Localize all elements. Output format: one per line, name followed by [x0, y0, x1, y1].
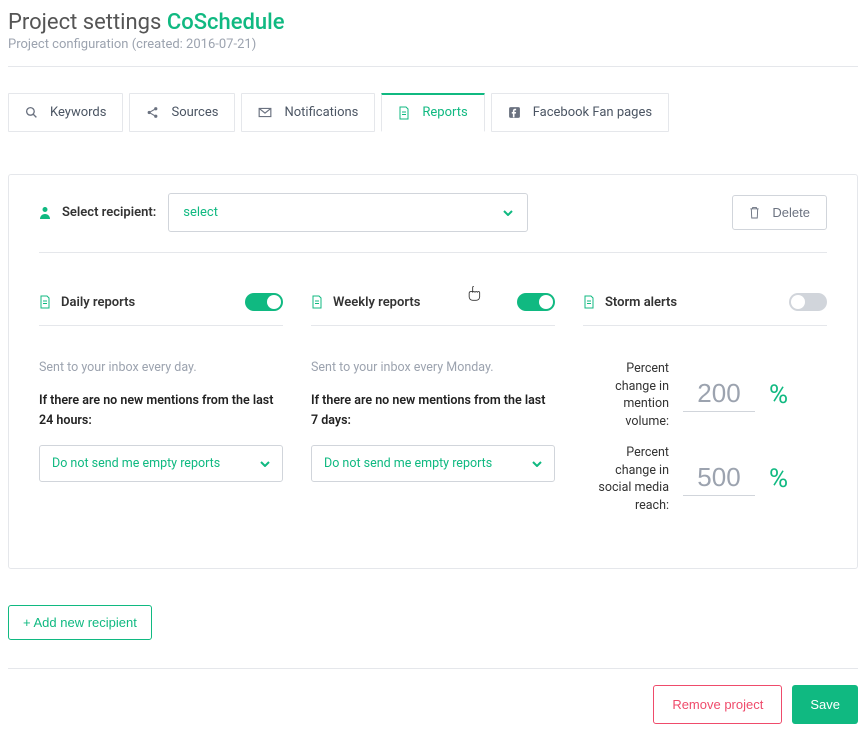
- add-recipient-button[interactable]: + Add new recipient: [8, 605, 152, 640]
- recipient-select[interactable]: select: [168, 193, 528, 232]
- daily-toggle[interactable]: [245, 293, 283, 311]
- page-subtitle: Project configuration (created: 2016-07-…: [8, 37, 858, 52]
- percent-symbol: %: [769, 380, 788, 410]
- document-icon: [583, 295, 595, 309]
- share-icon: [146, 106, 159, 119]
- document-icon: [39, 295, 51, 309]
- tab-bar: Keywords Sources Notifications Reports F…: [8, 93, 858, 132]
- chevron-down-icon: [503, 210, 513, 216]
- social-reach-label: Percent change in social media reach:: [583, 444, 669, 514]
- reports-card: Select recipient: select Delete Da: [8, 174, 858, 569]
- storm-toggle[interactable]: [789, 293, 827, 311]
- mention-volume-input[interactable]: [683, 378, 755, 412]
- save-button[interactable]: Save: [792, 685, 858, 724]
- tab-label: Reports: [422, 105, 467, 120]
- tab-notifications[interactable]: Notifications: [241, 93, 375, 132]
- weekly-empty-select[interactable]: Do not send me empty reports: [311, 445, 555, 482]
- brand-name: CoSchedule: [167, 10, 285, 35]
- chevron-down-icon: [260, 461, 270, 467]
- daily-empty-select[interactable]: Do not send me empty reports: [39, 445, 283, 482]
- tab-reports[interactable]: Reports: [381, 93, 484, 132]
- envelope-icon: [258, 107, 272, 118]
- tab-sources[interactable]: Sources: [129, 93, 235, 132]
- tab-label: Notifications: [284, 105, 358, 120]
- delete-button[interactable]: Delete: [732, 195, 827, 230]
- daily-prompt: If there are no new mentions from the la…: [39, 391, 283, 431]
- remove-project-button[interactable]: Remove project: [653, 685, 782, 724]
- daily-title: Daily reports: [61, 295, 135, 310]
- storm-title: Storm alerts: [605, 295, 677, 310]
- tab-label: Facebook Fan pages: [533, 105, 652, 120]
- trash-icon: [749, 206, 760, 219]
- weekly-reports-column: Weekly reports Sent to your inbox every …: [311, 293, 555, 528]
- recipient-row: Select recipient: select Delete: [39, 193, 827, 253]
- select-placeholder: select: [183, 205, 218, 220]
- social-reach-input[interactable]: [683, 462, 755, 496]
- tab-label: Keywords: [50, 105, 106, 120]
- tab-keywords[interactable]: Keywords: [8, 93, 123, 132]
- daily-reports-column: Daily reports Sent to your inbox every d…: [39, 293, 283, 528]
- user-icon: [39, 206, 51, 219]
- title-prefix: Project settings: [8, 10, 161, 35]
- tab-facebook[interactable]: Facebook Fan pages: [491, 93, 669, 132]
- document-icon: [311, 295, 323, 309]
- weekly-toggle[interactable]: [517, 293, 555, 311]
- percent-symbol: %: [769, 464, 788, 494]
- document-icon: [398, 106, 410, 120]
- facebook-icon: [508, 106, 521, 119]
- mention-volume-label: Percent change in mention volume:: [583, 360, 669, 430]
- chevron-down-icon: [532, 461, 542, 467]
- weekly-prompt: If there are no new mentions from the la…: [311, 391, 555, 431]
- header-divider: [8, 66, 858, 67]
- recipient-label: Select recipient:: [39, 205, 156, 220]
- page-title: Project settings CoSchedule: [8, 10, 858, 35]
- daily-desc: Sent to your inbox every day.: [39, 360, 283, 375]
- weekly-desc: Sent to your inbox every Monday.: [311, 360, 555, 375]
- footer-divider: [8, 668, 858, 669]
- tab-label: Sources: [171, 105, 218, 120]
- search-icon: [25, 106, 38, 119]
- weekly-title: Weekly reports: [333, 295, 420, 310]
- storm-alerts-column: Storm alerts Percent change in mention v…: [583, 293, 827, 528]
